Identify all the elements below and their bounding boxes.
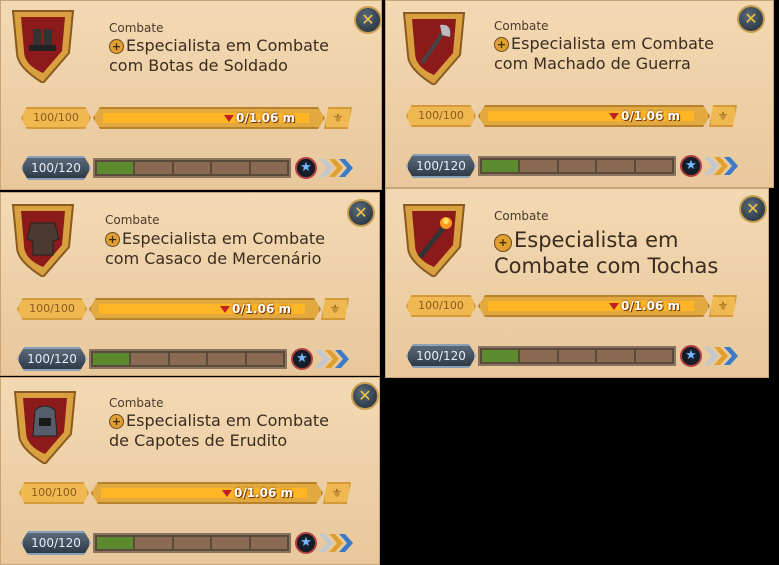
level-badge: 100/120	[21, 531, 91, 555]
tier-chevrons-icon	[317, 157, 353, 179]
tier-chevrons-icon	[313, 348, 349, 370]
card-category: Combate	[494, 209, 549, 223]
close-button[interactable]: ✕	[347, 199, 375, 227]
gold-reward-icon[interactable]: ⚜	[321, 298, 349, 320]
skill-card-axe: Combate + Especialista em Combate com Mach…	[385, 0, 774, 188]
star-rank-icon: ★	[295, 532, 317, 554]
gem-icon	[219, 306, 230, 313]
close-button[interactable]: ✕	[354, 6, 381, 34]
currency-value: 0/1.06 m	[608, 299, 680, 313]
star-rank-icon: ★	[680, 155, 702, 177]
durability-badge: 100/100	[17, 298, 87, 320]
card-category: Combate	[494, 19, 549, 33]
skill-card-boots: Combate + Especialista em Combate com Bota…	[0, 0, 382, 190]
star-rank-icon: ★	[295, 157, 317, 179]
level-badge: 100/120	[406, 154, 476, 178]
skill-card-cowl: Combate + Especialista em Combate de Capot…	[0, 377, 380, 565]
gem-icon	[608, 113, 619, 120]
currency-bar: 0/1.06 m	[478, 295, 710, 317]
gold-reward-icon[interactable]: ⚜	[709, 105, 737, 127]
card-title: + Especialista em Combate com Machado de G…	[494, 34, 715, 73]
card-title: + Especialista em Combate com Tochas	[494, 228, 719, 278]
specialist-icon: +	[494, 234, 512, 252]
currency-value: 0/1.06 m	[219, 302, 291, 316]
gold-reward-icon[interactable]: ⚜	[709, 295, 737, 317]
gem-icon	[608, 303, 619, 310]
war-axe-icon	[400, 7, 468, 87]
torch-icon	[400, 199, 468, 279]
card-title: + Especialista em Combate de Capotes de Er…	[109, 411, 330, 450]
tier-chevrons-icon	[702, 345, 738, 367]
gem-icon	[221, 490, 232, 497]
progress-track	[478, 156, 676, 176]
star-rank-icon: ★	[291, 348, 313, 370]
star-rank-icon: ★	[680, 345, 702, 367]
currency-bar: 0/1.06 m	[93, 107, 325, 129]
gold-reward-icon[interactable]: ⚜	[324, 107, 352, 129]
skill-card-torch: Combate + Especialista em Combate com Toch…	[385, 188, 769, 378]
durability-badge: 100/100	[406, 105, 476, 127]
specialist-icon: +	[109, 39, 124, 54]
card-category: Combate	[105, 213, 160, 227]
currency-bar: 0/1.06 m	[478, 105, 710, 127]
card-category: Combate	[109, 396, 164, 410]
tier-chevrons-icon	[702, 155, 738, 177]
close-button[interactable]: ✕	[739, 195, 767, 223]
progress-track	[93, 158, 291, 178]
card-title: + Especialista em Combate com Botas de Sol…	[109, 36, 330, 75]
durability-badge: 100/100	[19, 482, 89, 504]
skill-card-jacket: Combate + Especialista em Combate com Casa…	[0, 192, 380, 376]
mercenary-jacket-icon	[9, 199, 77, 279]
progress-track	[89, 349, 287, 369]
level-badge: 100/120	[21, 156, 91, 180]
gold-reward-icon[interactable]: ⚜	[323, 482, 351, 504]
tier-chevrons-icon	[317, 532, 353, 554]
scholar-cowl-icon	[11, 386, 79, 466]
currency-value: 0/1.06 m	[608, 109, 680, 123]
currency-value: 0/1.06 m	[223, 111, 295, 125]
specialist-icon: +	[105, 232, 120, 247]
currency-value: 0/1.06 m	[221, 486, 293, 500]
currency-bar: 0/1.06 m	[89, 298, 321, 320]
soldier-boots-icon	[9, 5, 77, 85]
specialist-icon: +	[109, 414, 124, 429]
level-badge: 100/120	[406, 344, 476, 368]
level-badge: 100/120	[17, 347, 87, 371]
close-button[interactable]: ✕	[351, 382, 379, 410]
currency-bar: 0/1.06 m	[91, 482, 323, 504]
progress-track	[93, 533, 291, 553]
card-title: + Especialista em Combate com Casaco de Me…	[105, 229, 326, 268]
durability-badge: 100/100	[406, 295, 476, 317]
close-button[interactable]: ✕	[737, 5, 765, 33]
card-category: Combate	[109, 21, 164, 35]
progress-track	[478, 346, 676, 366]
specialist-icon: +	[494, 37, 509, 52]
gem-icon	[223, 115, 234, 122]
durability-badge: 100/100	[21, 107, 91, 129]
